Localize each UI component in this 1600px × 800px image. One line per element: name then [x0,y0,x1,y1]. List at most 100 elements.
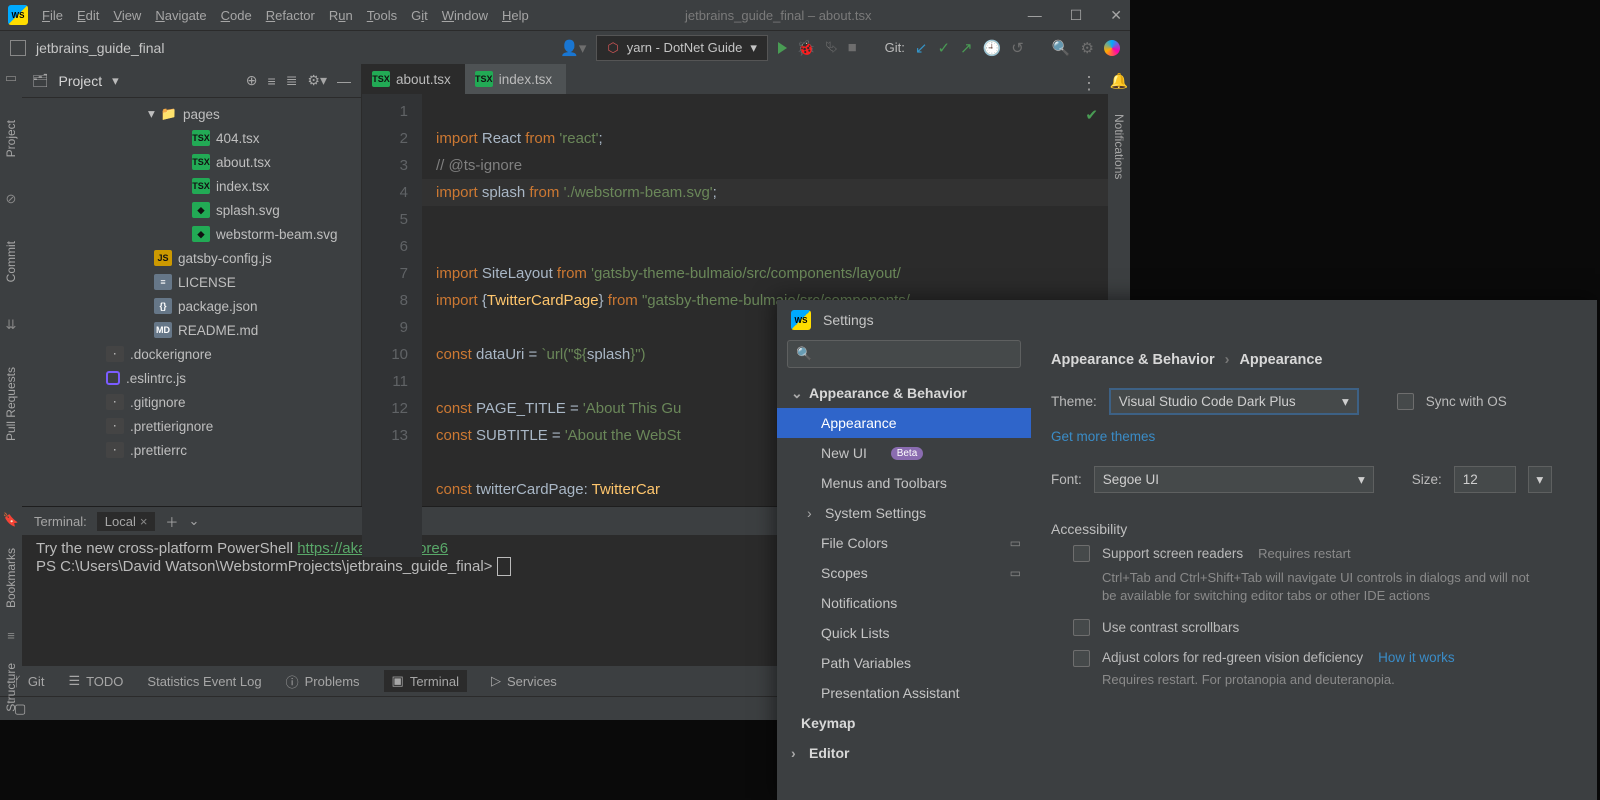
toolwindow-todo[interactable]: ☰ TODO [68,673,123,689]
toolwindow-git[interactable]: ᚶ Git [14,674,44,689]
project-tool-icon[interactable]: ▭ [5,70,17,86]
tree-file[interactable]: TSXindex.tsx [22,174,361,198]
chevron-down-icon[interactable]: ▾ [112,73,119,89]
sync-with-os-checkbox[interactable] [1397,393,1414,410]
font-select[interactable]: Segoe UI▾ [1094,466,1374,493]
tree-file[interactable]: ·.prettierignore [22,414,361,438]
project-tool-label[interactable]: Project [4,116,18,161]
menu-file[interactable]: File [42,8,63,23]
project-panel-title[interactable]: Project [59,73,103,89]
select-opened-icon[interactable]: ⊕ [246,72,258,89]
how-it-works-link[interactable]: How it works [1378,650,1455,665]
font-size-stepper[interactable]: ▾ [1528,466,1552,493]
stop-icon[interactable]: ■ [848,39,857,56]
settings-node-notifications[interactable]: Notifications [777,588,1031,618]
git-commit-icon[interactable]: ✓ [937,39,950,57]
settings-gear-icon[interactable]: ⚙ [1081,39,1094,57]
search-everywhere-icon[interactable]: 🔍 [1052,39,1071,57]
settings-node-quick-lists[interactable]: Quick Lists [777,618,1031,648]
color-deficiency-checkbox[interactable] [1073,650,1090,667]
settings-node-appearance-behavior[interactable]: ⌄Appearance & Behavior [777,378,1031,408]
menu-code[interactable]: Code [221,8,252,23]
close-icon[interactable]: ✕ [1110,7,1122,24]
settings-node-keymap[interactable]: Keymap [777,708,1031,738]
menu-view[interactable]: View [113,8,141,23]
tree-file[interactable]: MDREADME.md [22,318,361,342]
tree-file[interactable]: ·.prettierrc [22,438,361,462]
minimize-icon[interactable]: — [1028,7,1042,24]
run-icon[interactable] [778,42,787,54]
theme-select[interactable]: Visual Studio Code Dark Plus▾ [1109,388,1359,415]
notifications-label[interactable]: Notifications [1112,110,1126,183]
settings-node-path-vars[interactable]: Path Variables [777,648,1031,678]
tree-file[interactable]: ◆webstorm-beam.svg [22,222,361,246]
tree-settings-icon[interactable]: ⚙▾ [307,72,327,89]
collapse-all-icon[interactable]: ≣ [286,72,298,89]
tree-file[interactable]: TSXabout.tsx [22,150,361,174]
terminal-new-tab-icon[interactable]: ＋ [165,512,178,531]
menu-navigate[interactable]: Navigate [155,8,206,23]
settings-node-scopes[interactable]: Scopes▭ [777,558,1031,588]
tabs-menu-icon[interactable]: ⋮ [1070,73,1108,94]
undo-icon[interactable]: ↺ [1011,39,1024,57]
settings-node-editor[interactable]: ›Editor [777,738,1031,768]
tree-file[interactable]: ≡LICENSE [22,270,361,294]
tree-folder-pages[interactable]: ▾📁pages [22,102,361,126]
toolwindow-services[interactable]: ▷ Services [491,673,557,689]
tree-file[interactable]: ◆splash.svg [22,198,361,222]
settings-node-new-ui[interactable]: New UI Beta [777,438,1031,468]
user-icon[interactable]: 👤▾ [560,39,586,57]
toolwindow-terminal[interactable]: ▣ Terminal [384,670,467,692]
structure-icon[interactable]: ≡ [7,628,15,643]
menu-git[interactable]: Git [411,8,428,23]
tab-about[interactable]: TSXabout.tsx [362,64,465,94]
expand-all-icon[interactable]: ≡ [268,73,276,89]
tree-file[interactable]: {}package.json [22,294,361,318]
tab-index[interactable]: TSXindex.tsx [465,64,566,94]
pullreq-tool-icon[interactable]: ⇊ [6,317,17,333]
terminal-dropdown-icon[interactable]: ⌄ [188,513,199,529]
toolwindow-problems[interactable]: ⓘ Problems [286,672,360,691]
tree-file[interactable]: .eslintrc.js [22,366,361,390]
bell-icon[interactable]: 🔔 [1110,72,1129,90]
settings-node-file-colors[interactable]: File Colors▭ [777,528,1031,558]
bookmarks-label[interactable]: Bookmarks [4,548,18,608]
code-with-me-icon[interactable] [1104,40,1120,56]
menu-help[interactable]: Help [502,8,529,23]
git-history-icon[interactable]: 🕘 [983,39,1002,57]
coverage-icon[interactable]: ⮱ [826,39,838,56]
contrast-scrollbars-checkbox[interactable] [1073,619,1090,636]
structure-label[interactable]: Structure [4,663,18,712]
git-update-icon[interactable]: ↙ [915,39,928,57]
settings-node-appearance[interactable]: Appearance [777,408,1031,438]
toolwindow-stats[interactable]: Statistics Event Log [147,674,261,689]
settings-node-menus[interactable]: Menus and Toolbars [777,468,1031,498]
commit-tool-label[interactable]: Commit [4,237,18,286]
menu-edit[interactable]: Edit [77,8,99,23]
menu-window[interactable]: Window [442,8,488,23]
tree-file[interactable]: ·.gitignore [22,390,361,414]
tree-file[interactable]: TSX404.tsx [22,126,361,150]
menu-refactor[interactable]: Refactor [266,8,315,23]
font-size-input[interactable]: 12 [1454,466,1516,493]
debug-icon[interactable]: 🐞 [797,39,816,57]
settings-node-presentation[interactable]: Presentation Assistant [777,678,1031,708]
pullreq-tool-label[interactable]: Pull Requests [4,363,18,445]
settings-node-system[interactable]: ›System Settings [777,498,1031,528]
tree-file[interactable]: ·.dockerignore [22,342,361,366]
maximize-icon[interactable]: ☐ [1070,7,1083,24]
project-breadcrumb[interactable]: jetbrains_guide_final [36,40,164,56]
commit-tool-icon[interactable]: ⊘ [6,191,17,207]
get-more-themes-link[interactable]: Get more themes [1051,429,1155,444]
bookmarks-icon[interactable]: 🔖 [3,512,19,528]
menu-tools[interactable]: Tools [367,8,397,23]
terminal-tab-local[interactable]: Local× [97,512,156,531]
screen-reader-checkbox[interactable] [1073,545,1090,562]
run-config-select[interactable]: ⬡ yarn - DotNet Guide ▾ [596,35,768,61]
tree-file[interactable]: JSgatsby-config.js [22,246,361,270]
settings-search-input[interactable]: 🔍 [787,340,1021,368]
git-push-icon[interactable]: ↗ [960,39,973,57]
inspection-ok-icon[interactable]: ✔ [1085,102,1098,129]
hide-panel-icon[interactable]: — [337,73,351,89]
menu-run[interactable]: Run [329,8,353,23]
